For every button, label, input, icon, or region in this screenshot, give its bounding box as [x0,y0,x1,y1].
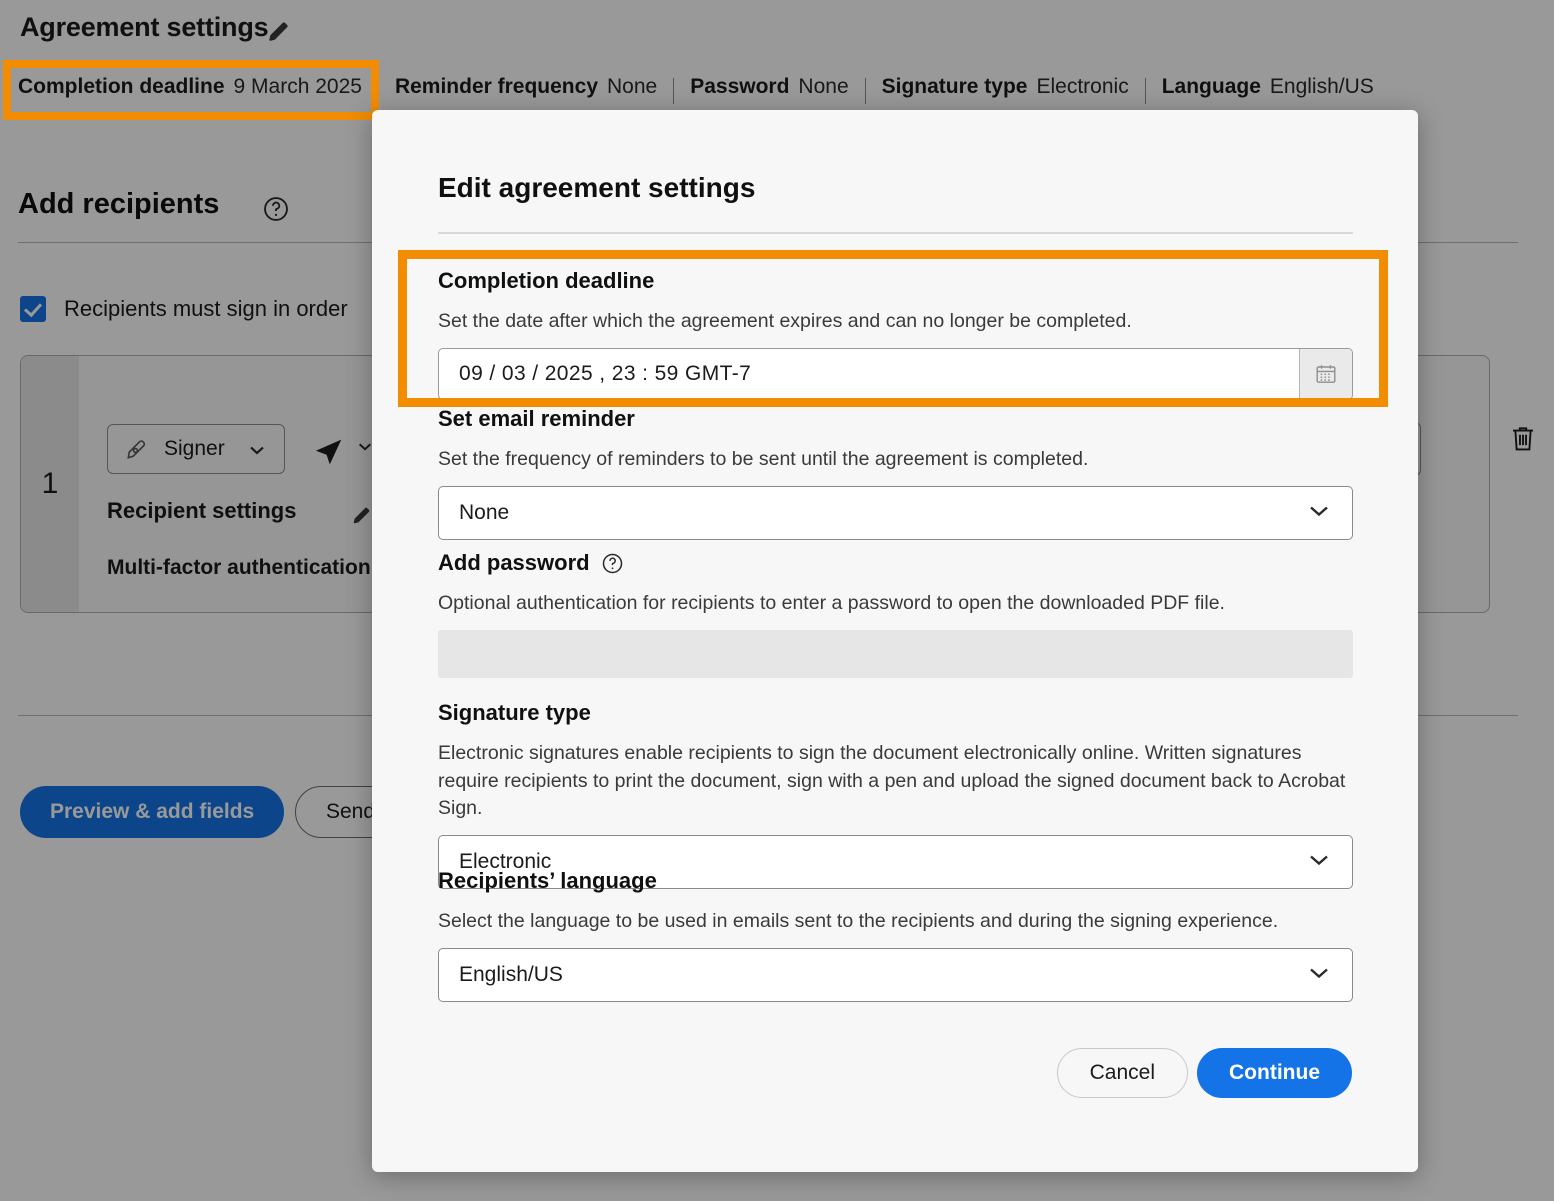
summary-key: Reminder frequency [394,75,598,98]
pencil-icon[interactable] [266,18,292,44]
summary-value: English/US [1269,75,1374,98]
trash-icon[interactable] [1508,422,1538,456]
divider [1144,78,1146,104]
section-recipients-language: Recipients’ language Select the language… [438,868,1353,1002]
dialog-footer: Cancel Continue [372,1022,1418,1172]
email-reminder-select[interactable]: None [438,485,1353,540]
recipient-role-dropdown[interactable]: Signer [107,424,285,474]
password-input[interactable] [438,629,1353,678]
chevron-down-icon [1308,502,1330,523]
divider [864,78,866,104]
recipient-role-label: Signer [164,437,225,460]
summary-value: Electronic [1036,75,1129,98]
add-password-label-text: Add password [438,550,590,575]
recipient-mfa-label: Multi-factor authentication [107,556,371,579]
summary-key: Language [1161,75,1261,98]
recipients-language-description: Select the language to be used in emails… [438,910,1279,932]
email-reminder-label: Set email reminder [438,406,635,431]
sign-in-order-checkbox[interactable] [20,296,46,322]
divider [673,78,675,104]
dialog-title: Edit agreement settings [438,172,756,203]
cancel-button[interactable]: Cancel [1056,1048,1188,1098]
completion-deadline-value: 09 / 03 / 2025 , 23 : 59 GMT-7 [459,361,752,385]
recipients-language-select[interactable]: English/US [438,947,1353,1002]
page-title: Agreement settings [20,12,269,42]
summary-item-language[interactable]: Language English/US [1162,75,1374,99]
divider [377,78,379,104]
sign-in-order-row[interactable]: Recipients must sign in order [20,296,348,322]
summary-key: Completion deadline [18,75,225,98]
summary-item-password[interactable]: Password None [690,75,848,99]
summary-value: 9 March 2025 [233,75,362,98]
section-email-reminder: Set email reminder Set the frequency of … [438,406,1353,540]
sign-in-order-label: Recipients must sign in order [64,296,348,321]
recipient-index: 1 [21,356,79,612]
add-recipients-heading: Add recipients [18,188,220,220]
summary-item-signature-type[interactable]: Signature type Electronic [882,75,1129,99]
paper-plane-icon[interactable] [313,434,345,466]
question-circle-icon[interactable] [601,552,624,575]
pen-nib-icon [124,436,150,462]
signature-type-description: Electronic signatures enable recipients … [438,742,1346,820]
summary-value: None [607,75,658,98]
calendar-icon[interactable] [1299,348,1352,399]
summary-key: Signature type [881,75,1028,98]
settings-summary-bar: Completion deadline 9 March 2025 Reminde… [18,74,1374,104]
completion-deadline-label: Completion deadline [438,268,655,293]
email-reminder-description: Set the frequency of reminders to be sen… [438,448,1089,470]
email-reminder-value: None [459,500,510,524]
add-password-label: Add password [438,550,1353,576]
recipients-language-label: Recipients’ language [438,868,657,893]
signature-type-label: Signature type [438,700,591,725]
chevron-down-icon [1308,964,1330,985]
completion-deadline-input[interactable]: 09 / 03 / 2025 , 23 : 59 GMT-7 [438,347,1353,400]
continue-button[interactable]: Continue [1197,1048,1352,1098]
chevron-down-icon[interactable] [357,440,373,458]
summary-item-reminder-frequency[interactable]: Reminder frequency None [395,75,657,99]
screen: Agreement settings Completion deadline 9… [0,0,1554,1201]
section-signature-type: Signature type Electronic signatures ena… [438,700,1353,890]
preview-and-add-fields-button[interactable]: Preview & add fields [20,786,285,838]
add-password-description: Optional authentication for recipients t… [438,592,1225,614]
edit-agreement-settings-dialog: Edit agreement settings Completion deadl… [372,110,1418,1172]
recipient-settings-label: Recipient settings [107,498,297,523]
pencil-icon[interactable] [351,504,373,526]
completion-deadline-description: Set the date after which the agreement e… [438,310,1132,332]
summary-key: Password [690,75,790,98]
divider [438,232,1353,234]
section-completion-deadline: Completion deadline Set the date after w… [438,268,1353,400]
summary-item-completion-deadline[interactable]: Completion deadline 9 March 2025 [18,75,362,99]
question-circle-icon[interactable] [262,195,290,223]
section-add-password: Add password Optional authentication for… [438,550,1353,678]
summary-value: None [798,75,849,98]
recipients-language-value: English/US [459,962,563,986]
chevron-down-icon [248,443,266,462]
